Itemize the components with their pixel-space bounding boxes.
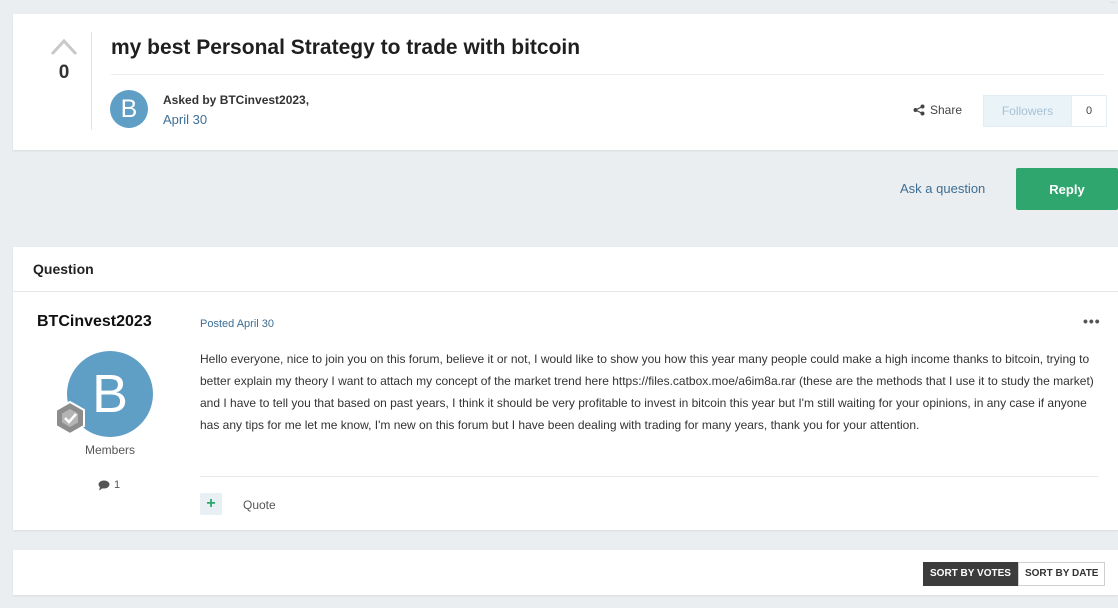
sort-bar: SORT BY VOTES SORT BY DATE bbox=[13, 550, 1118, 595]
topic-header-card: 0 my best Personal Strategy to trade wit… bbox=[13, 14, 1118, 150]
question-section-title: Question bbox=[33, 261, 94, 277]
post-body: Hello everyone, nice to join you on this… bbox=[200, 352, 1094, 432]
member-group: Members bbox=[85, 443, 136, 457]
comment-icon bbox=[98, 480, 110, 490]
rank-badge-icon bbox=[55, 401, 85, 435]
sort-by-votes-button[interactable]: SORT BY VOTES bbox=[923, 562, 1018, 586]
react-plus-button[interactable]: + bbox=[200, 493, 222, 515]
vote-divider bbox=[91, 32, 92, 130]
vote-up-icon[interactable] bbox=[49, 36, 79, 58]
corner-mark: ··· bbox=[1110, 0, 1116, 6]
followers-label: Followers bbox=[1001, 104, 1054, 118]
author-avatar-small[interactable]: B bbox=[110, 90, 148, 128]
post-author-name[interactable]: BTCinvest2023 bbox=[37, 313, 152, 331]
post-divider bbox=[200, 476, 1098, 477]
page-title: my best Personal Strategy to trade with … bbox=[111, 36, 581, 59]
share-icon bbox=[913, 104, 925, 116]
asked-date: April 30 bbox=[163, 112, 208, 127]
vote-count: 0 bbox=[58, 62, 70, 83]
followers-count: 0 bbox=[1071, 96, 1106, 126]
quote-button[interactable]: Quote bbox=[243, 498, 276, 512]
share-button[interactable]: Share bbox=[913, 103, 962, 117]
asked-by-text[interactable]: Asked by BTCinvest2023, bbox=[163, 93, 309, 107]
question-header: Question bbox=[13, 247, 1118, 292]
sort-group: SORT BY VOTES SORT BY DATE bbox=[923, 562, 1106, 586]
more-options-button[interactable]: ••• bbox=[1083, 313, 1101, 329]
question-card: Question BTCinvest2023 B Members 1 Poste… bbox=[13, 247, 1118, 530]
share-label: Share bbox=[930, 103, 963, 117]
post-count-value: 1 bbox=[114, 479, 121, 491]
author-post-count[interactable]: 1 bbox=[98, 479, 120, 491]
title-divider bbox=[111, 74, 1104, 75]
vote-widget: 0 bbox=[39, 36, 89, 84]
ask-question-link[interactable]: Ask a question bbox=[900, 181, 985, 196]
sort-by-date-button[interactable]: SORT BY DATE bbox=[1017, 562, 1106, 586]
posted-date[interactable]: Posted April 30 bbox=[200, 318, 274, 330]
reply-button[interactable]: Reply bbox=[1016, 168, 1118, 210]
followers-button[interactable]: Followers 0 bbox=[983, 95, 1107, 127]
